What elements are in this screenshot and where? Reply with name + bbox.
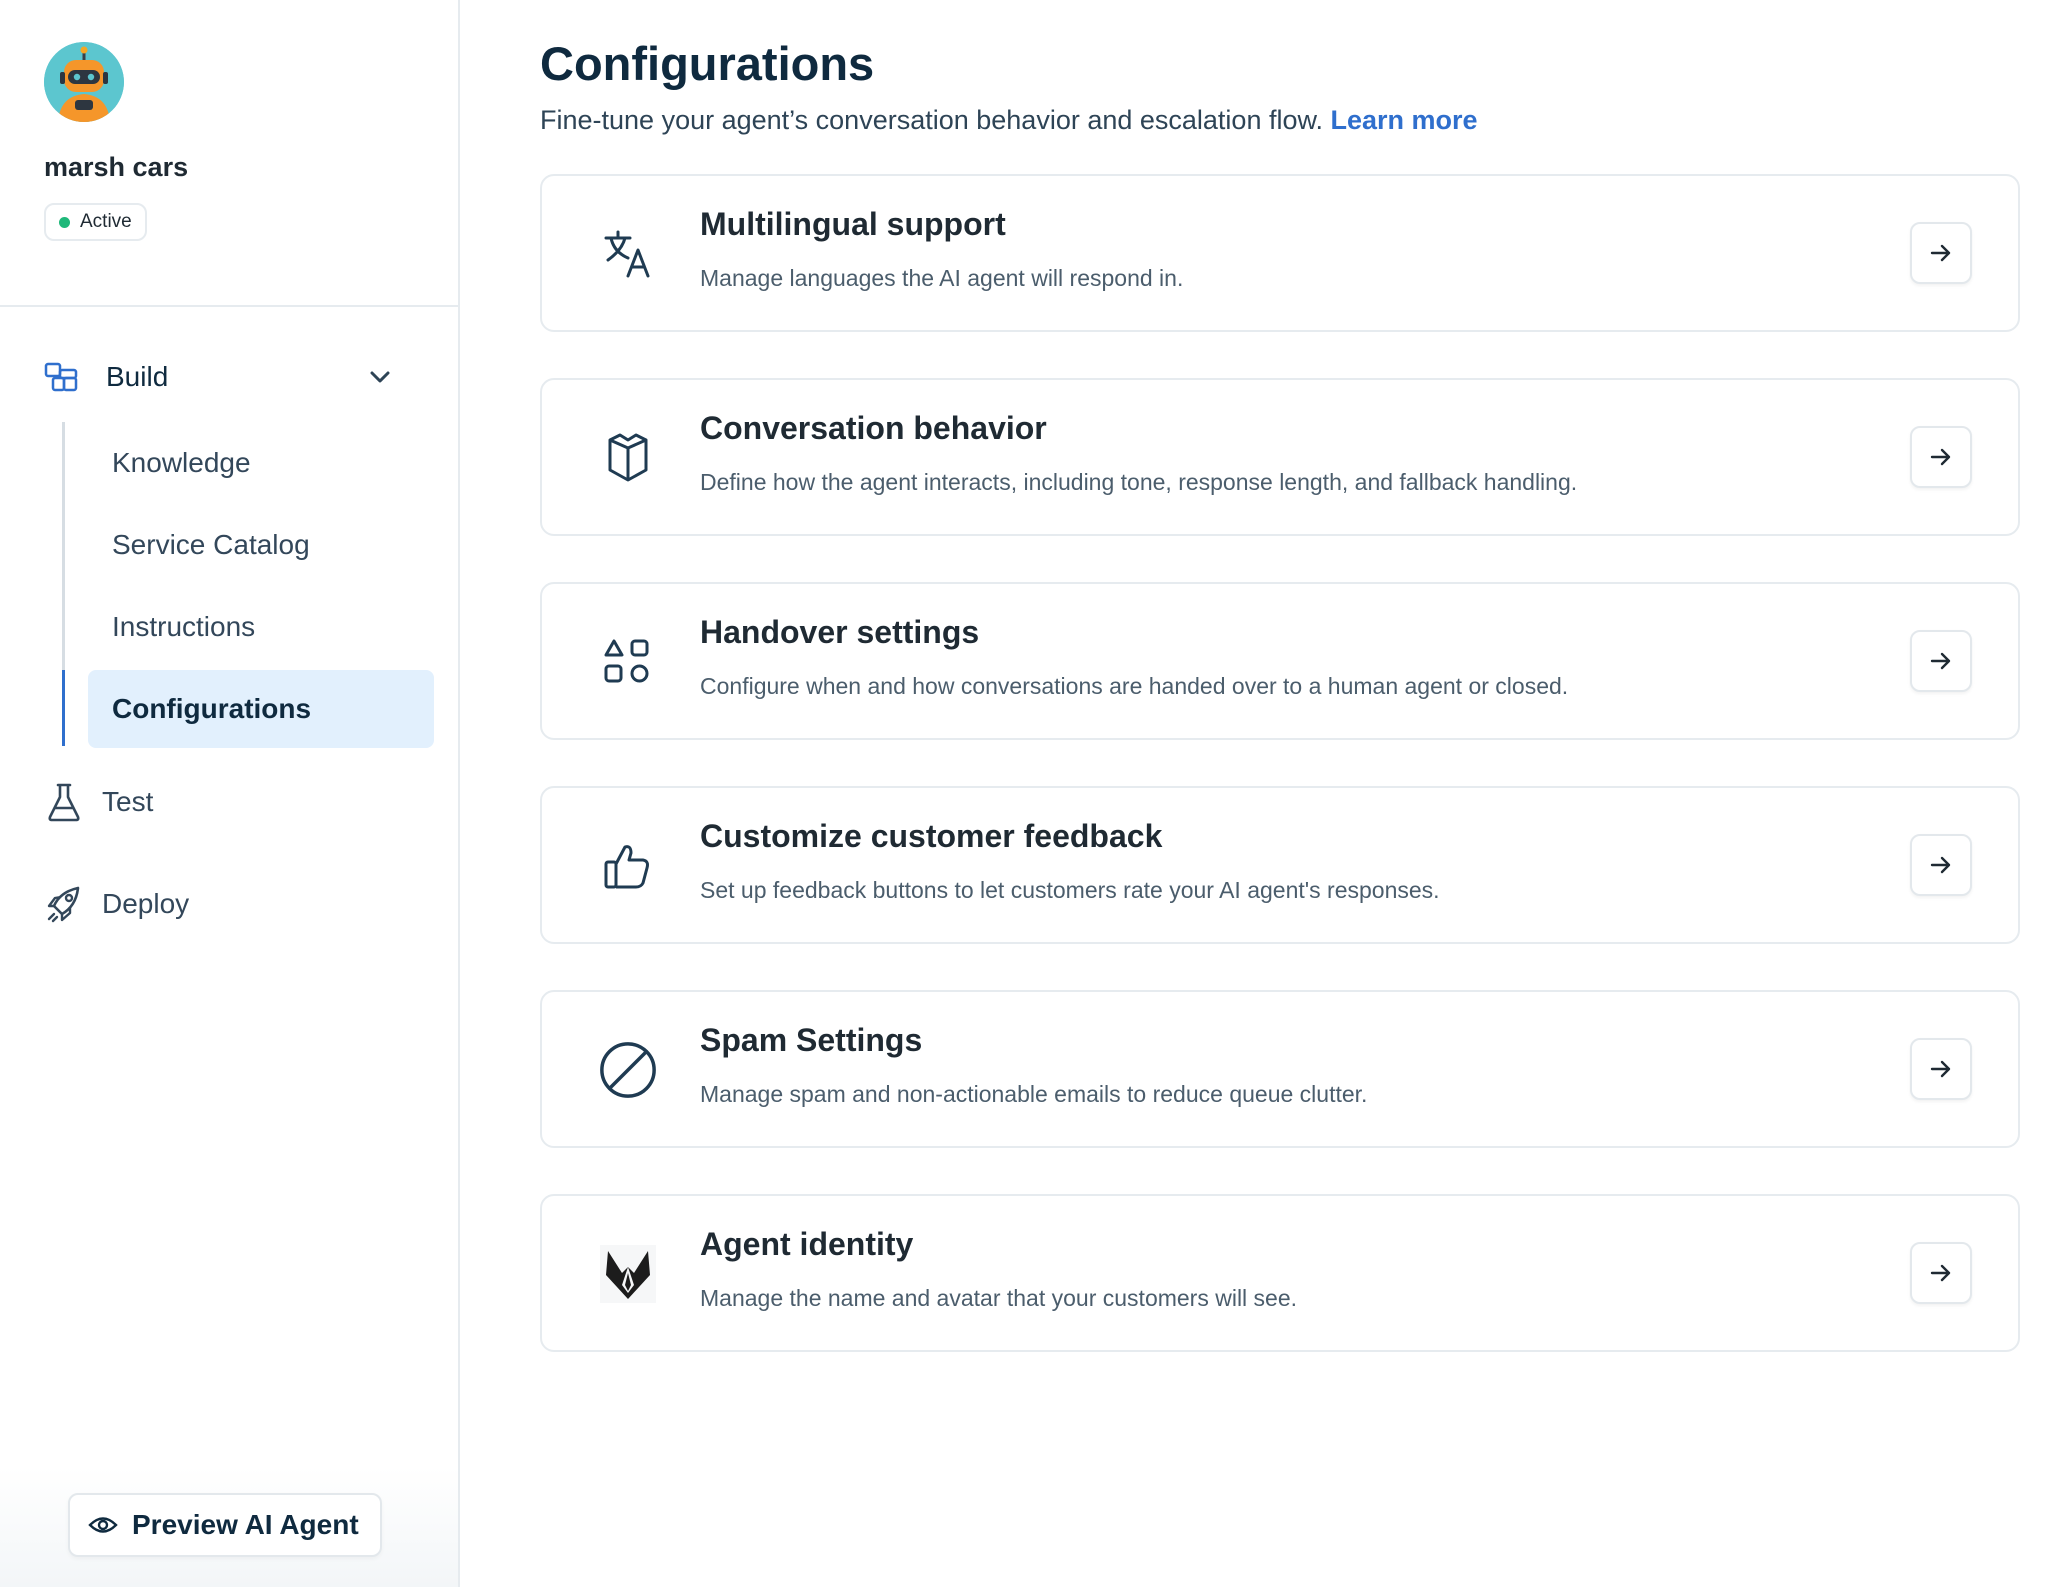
nav-build-label: Build (106, 361, 169, 392)
arrow-right-icon[interactable] (1910, 1038, 1972, 1100)
card-multilingual-support[interactable]: Multilingual support Manage languages th… (540, 174, 2020, 332)
translate-icon (598, 224, 658, 284)
nav-deploy-label: Deploy (102, 888, 190, 919)
status-label: Active (80, 211, 132, 232)
card-title: Agent identity (700, 1226, 914, 1262)
card-spam-settings[interactable]: Spam Settings Manage spam and non-action… (540, 990, 2020, 1148)
arrow-right-icon[interactable] (1910, 630, 1972, 692)
arrow-right-icon[interactable] (1910, 834, 1972, 896)
card-agent-identity[interactable]: Agent identity Manage the name and avata… (540, 1194, 2020, 1352)
learn-more-link[interactable]: Learn more (1331, 105, 1478, 135)
block-icon (598, 1040, 658, 1100)
agent-avatar (44, 42, 124, 122)
sidebar-item-test[interactable]: Test (0, 752, 460, 852)
agent-header: marsh cars Active (0, 0, 458, 307)
sidebar-item-instructions[interactable]: Instructions (88, 588, 434, 666)
status-badge: Active (44, 203, 147, 241)
flask-icon (48, 783, 80, 822)
status-dot-icon (59, 216, 70, 228)
fox-icon (598, 1244, 658, 1304)
sidebar-item-knowledge[interactable]: Knowledge (88, 424, 434, 502)
rocket-icon (47, 886, 80, 923)
arrow-right-icon[interactable] (1910, 426, 1972, 488)
config-cards: Multilingual support Manage languages th… (540, 174, 2048, 1352)
sidebar-item-configurations[interactable]: Configurations (88, 670, 434, 748)
card-description: Configure when and how conversations are… (700, 673, 1569, 699)
robot-avatar-icon (44, 42, 124, 122)
main-content: Configurations Fine-tune your agent’s co… (460, 0, 2048, 1587)
app-root: marsh cars Active Build Knowledge Servic… (0, 0, 2048, 1587)
shapes-icon (598, 632, 658, 692)
sidebar: marsh cars Active Build Knowledge Servic… (0, 0, 460, 1587)
card-description: Define how the agent interacts, includin… (700, 469, 1578, 495)
card-conversation-behavior[interactable]: Conversation behavior Define how the age… (540, 378, 2020, 536)
card-handover-settings[interactable]: Handover settings Configure when and how… (540, 582, 2020, 740)
nav-test-label: Test (102, 786, 154, 817)
arrow-right-icon[interactable] (1910, 222, 1972, 284)
box-icon (598, 428, 658, 488)
card-title: Conversation behavior (700, 410, 1047, 446)
sidebar-item-deploy[interactable]: Deploy (0, 852, 460, 956)
card-description: Set up feedback buttons to let customers… (700, 877, 1440, 903)
sub-nav-active-indicator (62, 670, 65, 746)
sidebar-item-service-catalog[interactable]: Service Catalog (88, 506, 434, 584)
build-icon (44, 362, 78, 392)
preview-footer: Preview AI Agent (0, 1467, 458, 1587)
subtitle-text: Fine-tune your agent’s conversation beha… (540, 105, 1323, 135)
nav-group-build[interactable]: Build (0, 340, 460, 414)
card-title: Customize customer feedback (700, 818, 1163, 854)
page-title: Configurations (540, 37, 875, 90)
card-description: Manage the name and avatar that your cus… (700, 1285, 1298, 1311)
agent-name: marsh cars (44, 152, 189, 182)
card-title: Handover settings (700, 614, 980, 650)
card-description: Manage languages the AI agent will respo… (700, 265, 1184, 291)
preview-label: Preview AI Agent (132, 1509, 359, 1540)
eye-icon (88, 1517, 118, 1533)
sidebar-nav: Build Knowledge Service Catalog Instruct… (0, 340, 460, 956)
page-subtitle: Fine-tune your agent’s conversation beha… (540, 105, 2048, 136)
card-description: Manage spam and non-actionable emails to… (700, 1081, 1368, 1107)
card-title: Multilingual support (700, 206, 1006, 242)
arrow-right-icon[interactable] (1910, 1242, 1972, 1304)
card-title: Spam Settings (700, 1022, 923, 1058)
preview-ai-agent-button[interactable]: Preview AI Agent (68, 1493, 382, 1557)
thumbs-up-icon (598, 836, 658, 896)
card-customize-feedback[interactable]: Customize customer feedback Set up feedb… (540, 786, 2020, 944)
chevron-down-icon[interactable] (368, 369, 392, 385)
build-sub-items: Knowledge Service Catalog Instructions C… (62, 414, 460, 748)
